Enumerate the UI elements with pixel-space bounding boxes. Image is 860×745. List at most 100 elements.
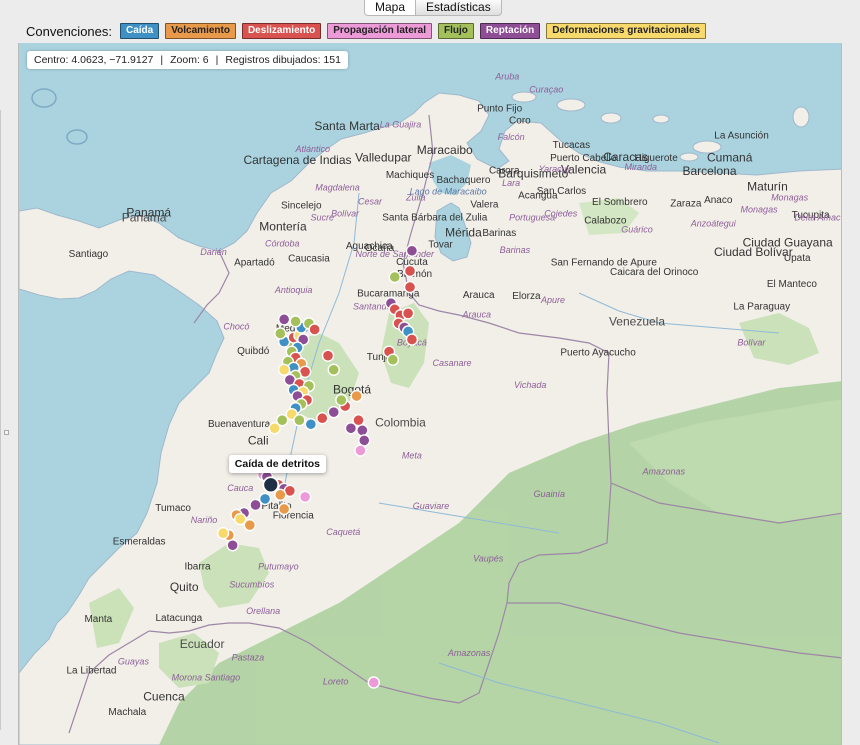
marker-reptacion[interactable] (356, 424, 369, 437)
region-label-cesar: Cesar (358, 196, 383, 206)
marker-flujo[interactable] (293, 414, 306, 427)
place-label-el-manteco: El Manteco (767, 279, 817, 290)
region-label-guayas: Guayas (118, 656, 150, 666)
region-label-amazonas: Amazonas (447, 648, 491, 658)
place-label-la-asuncion: La Asunción (714, 131, 769, 142)
marker-volcamiento[interactable] (274, 488, 287, 502)
marker-deformaciones-gravitacionales[interactable] (216, 526, 230, 540)
left-divider (0, 110, 1, 730)
region-label-antioquia: Antioquia (274, 285, 313, 295)
region-label-vaupes: Vaupés (473, 553, 504, 563)
place-label-punto-fijo: Punto Fijo (477, 104, 522, 115)
marker-propagacion-lateral[interactable] (298, 490, 312, 504)
place-label-cuenca: Cuenca (143, 690, 185, 704)
place-label-valledupar: Valledupar (355, 151, 411, 165)
marker-reptacion[interactable] (405, 244, 419, 257)
marker-reptacion[interactable] (249, 498, 262, 512)
marker-flujo[interactable] (388, 270, 401, 284)
marker-propagacion-lateral[interactable] (367, 676, 380, 689)
legend-chip-flujo[interactable]: Flujo (438, 23, 474, 39)
region-label-cauca: Cauca (227, 483, 253, 493)
map-canvas[interactable]: Santa Marta Maracaibo Punto Fijo Cartagena … (19, 43, 842, 745)
region-label-morona-santiago: Morona Santiago (172, 672, 241, 682)
region-label-apure: Apure (540, 295, 565, 305)
region-label-delta-amacuro: Delta Amacuro (794, 213, 842, 223)
region-label-aruba: Aruba (494, 71, 519, 81)
status-separator: | (160, 54, 164, 66)
place-label-coro: Coro (509, 116, 531, 127)
selected-marker[interactable] (262, 476, 280, 494)
place-label-elorza: Elorza (512, 291, 541, 302)
region-label-monagas: Monagas (771, 192, 809, 202)
marker-deformaciones-gravitacionales[interactable] (277, 363, 291, 376)
region-label-miranda: Miranda (625, 162, 658, 172)
marker-deslizamiento[interactable] (401, 307, 415, 320)
region-label-amazonas: Amazonas (641, 467, 685, 477)
place-label-merida: Mérida (445, 226, 482, 240)
marker-deslizamiento[interactable] (308, 323, 321, 336)
region-label-yaracuy: Yaracuy (539, 164, 572, 174)
place-label-barinas: Barinas (482, 228, 516, 239)
tab-bar: Mapa Estadísticas (364, 0, 502, 16)
place-label-machala: Machala (108, 707, 146, 718)
marker-flujo[interactable] (327, 363, 340, 376)
tab-estadisticas[interactable]: Estadísticas (416, 0, 502, 16)
place-label-maracaibo: Maracaibo (417, 143, 473, 157)
marker-reptacion[interactable] (327, 405, 340, 419)
marker-reptacion[interactable] (226, 539, 239, 552)
place-label-cali: Cali (248, 433, 269, 447)
marker-deslizamiento[interactable] (321, 349, 335, 362)
marker-volcamiento[interactable] (243, 518, 256, 532)
marker-flujo[interactable] (335, 393, 348, 407)
region-label-loreto: Loreto (323, 676, 349, 686)
region-label-magdalena: Magdalena (315, 182, 360, 192)
marker-deslizamiento[interactable] (403, 280, 417, 294)
marker-volcamiento[interactable] (277, 502, 291, 516)
legend-chip-reptacion[interactable]: Reptación (479, 23, 541, 39)
status-center: Centro: 4.0623, −71.9127 (34, 54, 154, 66)
place-label-buenaventura: Buenaventura (208, 419, 271, 430)
place-label-quito: Quito (170, 580, 199, 594)
region-label-barinas: Barinas (500, 245, 531, 255)
region-label-choco: Chocó (223, 321, 249, 331)
marker-flujo[interactable] (386, 353, 400, 366)
place-label-latacunga: Latacunga (155, 613, 202, 624)
place-label-machiques: Machiques (386, 170, 434, 181)
region-label-casanare: Casanare (432, 358, 471, 368)
legend-chip-propagacion-lateral[interactable]: Propagación lateral (327, 23, 433, 39)
place-label-el-sombrero: El Sombrero (592, 197, 648, 208)
place-label-santa-barbara-del-zulia: Santa Bárbara del Zulia (382, 213, 488, 224)
marker-propagacion-lateral[interactable] (354, 444, 367, 457)
marker-deslizamiento[interactable] (405, 333, 419, 346)
legend-chip-volcamiento[interactable]: Volcamiento (165, 23, 236, 39)
marker-caida[interactable] (304, 418, 318, 431)
map-view[interactable]: Santa Marta Maracaibo Punto Fijo Cartagena … (18, 43, 842, 745)
marker-flujo[interactable] (274, 327, 287, 340)
marker-flujo[interactable] (276, 414, 289, 427)
marker-reptacion[interactable] (344, 422, 358, 435)
legend-chip-caida[interactable]: Caída (120, 23, 160, 39)
place-label-la-libertad: La Libertad (66, 666, 116, 677)
legend-title: Convenciones: (26, 23, 112, 39)
region-label-meta: Meta (402, 451, 422, 461)
marker-deslizamiento[interactable] (316, 412, 329, 425)
legend-chip-deformaciones-gravitacionales[interactable]: Deformaciones gravitacionales (546, 23, 707, 39)
marker-reptacion[interactable] (358, 434, 371, 447)
place-label-caucasia: Caucasia (288, 254, 330, 265)
region-label-vichada: Vichada (514, 380, 546, 390)
place-label-maturin: Maturín (747, 179, 788, 193)
legend-chip-deslizamiento[interactable]: Deslizamiento (241, 23, 322, 39)
region-label-caqueta: Caquetá (326, 527, 360, 537)
tab-mapa[interactable]: Mapa (364, 0, 417, 16)
legend: Convenciones: Caída Volcamiento Deslizam… (26, 22, 707, 40)
place-label-quibdo: Quibdó (237, 346, 270, 357)
marker-deslizamiento[interactable] (403, 264, 417, 278)
region-label-guarico: Guárico (621, 225, 653, 235)
marker-volcamiento[interactable] (350, 389, 363, 403)
place-label-cartagena-de-indias: Cartagena de Indias (243, 153, 351, 167)
region-label-pastaza: Pastaza (232, 652, 265, 662)
split-handle[interactable] (4, 430, 9, 435)
marker-flujo[interactable] (289, 315, 302, 328)
place-label-san-carlos: San Carlos (537, 186, 586, 197)
marker-reptacion[interactable] (277, 313, 291, 326)
